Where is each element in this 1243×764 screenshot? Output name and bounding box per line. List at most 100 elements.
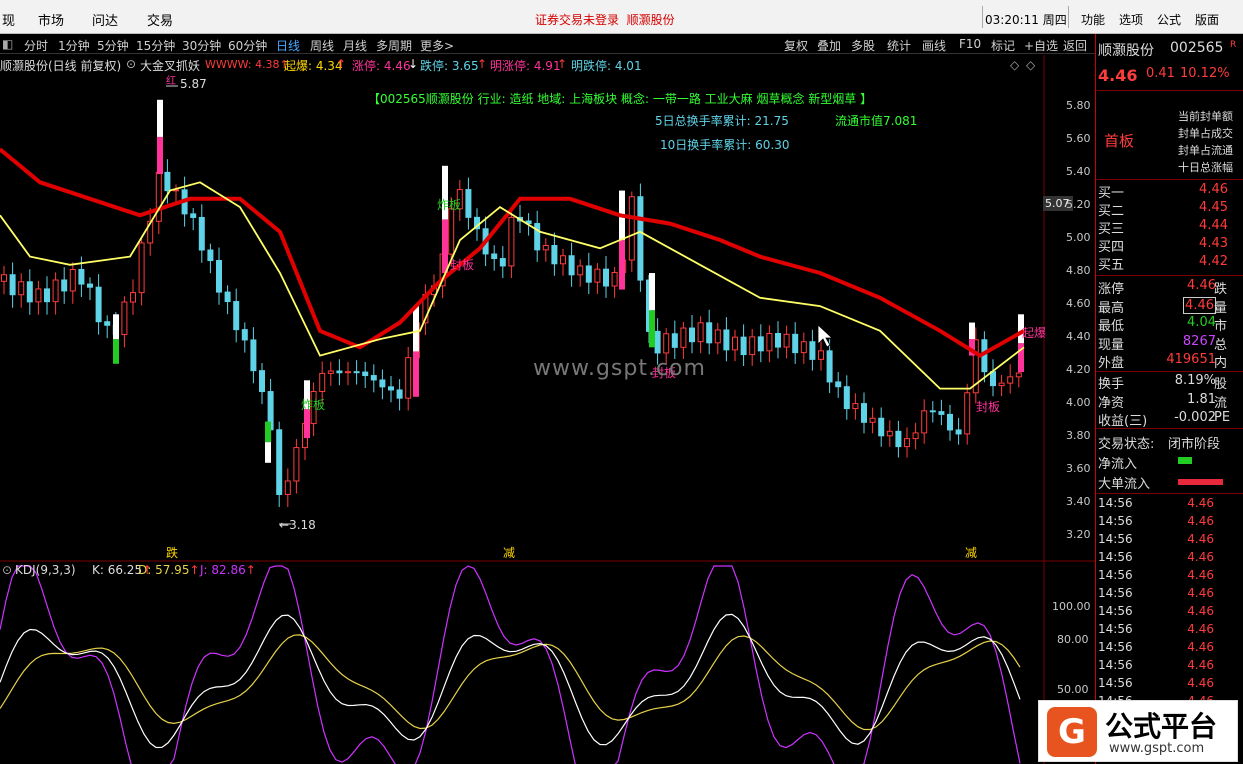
diamond-icon[interactable]: ◇ <box>1010 58 1019 72</box>
candle-body <box>990 371 996 387</box>
statistics-button[interactable]: 统计 <box>887 37 911 54</box>
candle-body <box>216 260 222 293</box>
f10-button[interactable]: F10 <box>959 37 981 51</box>
candle-body <box>190 213 197 218</box>
price-axis-label: 5.60 <box>1066 131 1091 145</box>
tab-more[interactable]: 更多> <box>420 37 454 54</box>
candle-body <box>895 430 902 448</box>
stat-row: 收益(三) -0.002 PE <box>1098 410 1231 429</box>
menu-item-formula[interactable]: 公式 <box>1157 11 1181 28</box>
mark-button[interactable]: 标记 <box>991 37 1015 54</box>
menu-item-wenda[interactable]: 问达 <box>92 10 118 29</box>
rights-badge: R <box>1230 40 1237 50</box>
down-arrow-icon: ↓ <box>408 57 419 71</box>
tab-monthly[interactable]: 月线 <box>343 37 367 54</box>
signal-label: 封板 <box>450 258 475 272</box>
kline-chart[interactable] <box>0 55 1095 562</box>
candle-body <box>809 341 816 360</box>
candle-body <box>491 253 498 260</box>
collapse-icon[interactable]: ◧ <box>2 37 13 51</box>
candle-body <box>757 336 764 352</box>
signal-label: 封板 <box>976 400 1001 414</box>
candle-body <box>241 329 248 341</box>
candle-body <box>964 392 971 435</box>
candle-body <box>843 386 850 410</box>
candle-body <box>353 371 360 374</box>
bid-row[interactable]: 买四 4.43 <box>1096 236 1243 255</box>
candle-body <box>207 249 214 262</box>
tick-row: 14:564.46 <box>1098 604 1214 618</box>
up-arrow-icon: ↑ <box>557 57 568 71</box>
tab-5min[interactable]: 5分钟 <box>97 37 129 54</box>
board-status: 首板 <box>1104 132 1135 150</box>
quote-pct: 10.12% <box>1180 66 1230 81</box>
candle-body <box>577 265 584 276</box>
up-arrow-icon: ↑ <box>336 57 347 71</box>
candle-body <box>697 322 704 343</box>
tab-30min[interactable]: 30分钟 <box>182 37 221 54</box>
candle-body <box>628 196 635 261</box>
candle-body <box>792 333 799 354</box>
kdj-chart[interactable] <box>0 562 1095 764</box>
kdj-axis-label: 100.00 <box>1052 600 1091 613</box>
candle-body <box>508 216 515 267</box>
multi-stock-button[interactable]: 多股 <box>851 37 875 54</box>
menu-item-market[interactable]: 市场 <box>38 10 64 29</box>
add-watchlist-button[interactable]: +自选 <box>1024 37 1058 54</box>
signal-label: 起爆 <box>1022 326 1047 340</box>
bottom-marker: 减 <box>965 546 978 560</box>
indicator-dropdown-icon[interactable]: ⊙ <box>126 57 136 71</box>
signal-candle <box>157 99 163 137</box>
tick-row: 14:564.46 <box>1098 676 1214 690</box>
bid-row[interactable]: 买三 4.44 <box>1096 218 1243 237</box>
signal-candle <box>619 240 625 290</box>
signal-candle <box>265 442 271 463</box>
candle-body <box>749 336 756 356</box>
candle-body <box>534 223 541 251</box>
candle-body <box>448 208 455 255</box>
candle-body <box>714 329 721 344</box>
kdj-settings-icon[interactable]: ⊙ <box>2 563 12 577</box>
signal-candle <box>413 306 419 352</box>
candle-body <box>886 430 893 437</box>
back-button[interactable]: 返回 <box>1063 37 1087 54</box>
bid-row[interactable]: 买一 4.46 <box>1096 182 1243 201</box>
candle-body <box>947 413 953 431</box>
bid-row[interactable]: 买五 4.42 <box>1096 254 1243 273</box>
candle-body <box>878 417 885 437</box>
candle-body <box>95 286 102 323</box>
menu-item-trade[interactable]: 交易 <box>147 10 173 29</box>
tab-daily[interactable]: 日线 <box>276 37 300 54</box>
quote-price-row: 4.46 0.41 10.12% <box>1096 66 1243 85</box>
signal-label-top: 红 <box>166 76 176 87</box>
diamond-icon[interactable]: ◇ <box>1026 58 1035 72</box>
menu-item-layout[interactable]: 版面 <box>1195 11 1219 28</box>
draw-line-button[interactable]: 画线 <box>922 37 946 54</box>
signal-label: 炸板 <box>301 398 326 412</box>
login-notice[interactable]: 证券交易未登录 顺灏股份 <box>535 11 675 28</box>
kdj-axis-label: 50.00 <box>1057 683 1089 696</box>
tab-intraday[interactable]: 分时 <box>24 37 48 54</box>
candle-body <box>121 301 128 336</box>
overlay-button[interactable]: 叠加 <box>817 37 841 54</box>
top-menu-bar: 现 市场 问达 交易 证券交易未登录 顺灏股份 03:20:11 周四 功能 选… <box>0 0 1243 34</box>
dieting-value: 跌停: 3.65 <box>420 59 479 73</box>
bid-row[interactable]: 买二 4.45 <box>1096 200 1243 219</box>
candle-body <box>783 333 790 348</box>
price-axis-label: 4.60 <box>1066 296 1091 310</box>
candle-body <box>732 336 738 351</box>
divider <box>982 6 983 28</box>
board-notes: 当前封单额 封单占成交 封单占流通 十日总涨幅 <box>1178 110 1233 174</box>
tab-1min[interactable]: 1分钟 <box>58 37 90 54</box>
tab-weekly[interactable]: 周线 <box>310 37 334 54</box>
menu-item-options[interactable]: 选项 <box>1119 11 1143 28</box>
restore-rights-button[interactable]: 复权 <box>784 37 808 54</box>
menu-item-function[interactable]: 功能 <box>1081 11 1105 28</box>
tab-multi-period[interactable]: 多周期 <box>376 37 412 54</box>
signal-candle <box>113 314 119 340</box>
price-axis-label: 3.20 <box>1066 527 1091 541</box>
menu-item-view[interactable]: 现 <box>2 10 15 29</box>
tab-60min[interactable]: 60分钟 <box>228 37 267 54</box>
tab-15min[interactable]: 15分钟 <box>136 37 175 54</box>
kdj-title[interactable]: KDJ(9,3,3) <box>15 563 76 577</box>
